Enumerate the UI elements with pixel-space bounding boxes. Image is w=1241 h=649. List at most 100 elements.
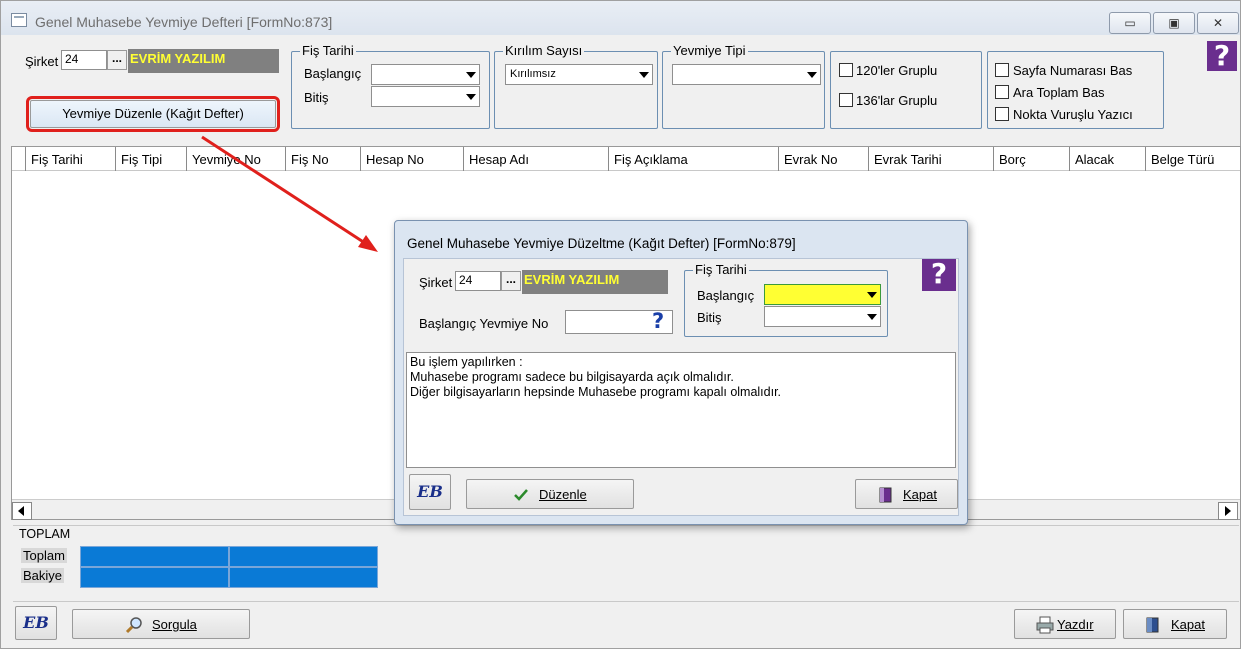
close-button[interactable]: ✕ xyxy=(1197,12,1239,34)
memo-line: Bu işlem yapılırken : xyxy=(410,355,523,369)
toplam-label: Toplam xyxy=(21,548,67,563)
yazdir-button[interactable]: Yazdır xyxy=(1014,609,1116,639)
grup-120-label: 120'ler Gruplu xyxy=(856,63,938,78)
kapat-button[interactable]: Kapat xyxy=(1123,609,1227,639)
bitis-label: Bitiş xyxy=(304,90,329,105)
fis-tarihi-group-label: Fiş Tarihi xyxy=(300,43,356,58)
sirket-code-field[interactable]: 24 xyxy=(61,50,107,70)
search-icon xyxy=(125,617,142,634)
dialog-company-name: EVRİM YAZILIM xyxy=(522,270,668,294)
dialog-sirket-code-field[interactable]: 24 xyxy=(455,271,501,291)
gruplu-group: 120'ler Gruplu 136'lar Gruplu xyxy=(830,51,982,129)
company-name: EVRİM YAZILIM xyxy=(128,49,279,73)
memo-line: Diğer bilgisayarların hepsinde Muhasebe … xyxy=(410,385,782,399)
yevmiye-duzenle-button[interactable]: Yevmiye Düzenle (Kağıt Defter) xyxy=(26,96,280,132)
dialog-bitis-date-combo[interactable] xyxy=(764,306,881,327)
dialog-kapat-button[interactable]: Kapat xyxy=(855,479,958,509)
grup-120-checkbox[interactable] xyxy=(839,63,853,77)
duzeltme-dialog: Genel Muhasebe Yevmiye Düzeltme (Kağıt D… xyxy=(394,220,968,525)
yevmiye-tipi-combo[interactable] xyxy=(672,64,821,85)
sayfa-numarasi-label: Sayfa Numarası Bas xyxy=(1013,63,1133,78)
sayfa-numarasi-checkbox[interactable] xyxy=(995,63,1009,77)
column-header[interactable]: Borç xyxy=(994,147,1070,171)
bakiye-alacak-cell xyxy=(229,567,378,588)
kirilim-group: Kırılım Sayısı Kırılımsız xyxy=(494,43,658,129)
grup-136-checkbox[interactable] xyxy=(839,93,853,107)
toplam-borc-cell xyxy=(80,546,229,567)
column-header[interactable]: Fiş Açıklama xyxy=(609,147,779,171)
print-options-group: Sayfa Numarası Bas Ara Toplam Bas Nokta … xyxy=(987,51,1164,129)
dialog-help-icon[interactable]: ? xyxy=(922,259,956,291)
dialog-body: Şirket 24 ... EVRİM YAZILIM Başlangıç Ye… xyxy=(403,258,959,516)
eb-logo-button[interactable]: EB xyxy=(15,606,57,640)
bakiye-borc-cell xyxy=(80,567,229,588)
baslangic-label: Başlangıç xyxy=(304,66,362,81)
dialog-info-memo[interactable]: Bu işlem yapılırken : Muhasebe programı … xyxy=(406,352,956,468)
column-header[interactable]: Yevmiye No xyxy=(187,147,286,171)
grup-136-label: 136'lar Gruplu xyxy=(856,93,938,108)
scroll-left-icon xyxy=(18,506,24,516)
checkmark-icon xyxy=(514,489,528,501)
chevron-down-icon xyxy=(867,314,877,320)
kirilim-group-label: Kırılım Sayısı xyxy=(503,43,585,58)
yazdir-label: Yazdır xyxy=(1057,617,1094,632)
exit-door-icon xyxy=(879,487,892,503)
dialog-fis-tarihi-group: Fiş Tarihi Başlangıç Bitiş xyxy=(684,262,888,337)
printer-icon xyxy=(1036,616,1054,634)
column-header[interactable]: Hesap Adı xyxy=(464,147,609,171)
ara-toplam-checkbox[interactable] xyxy=(995,85,1009,99)
scroll-left-button[interactable] xyxy=(12,502,32,520)
footer-divider xyxy=(13,601,1239,602)
column-header[interactable]: Hesap No xyxy=(361,147,464,171)
kirilim-combo[interactable]: Kırılımsız xyxy=(505,64,653,85)
app-icon xyxy=(11,13,27,27)
dialog-title: Genel Muhasebe Yevmiye Düzeltme (Kağıt D… xyxy=(407,236,796,251)
dialog-bitis-label: Bitiş xyxy=(697,310,722,325)
sirket-label: Şirket xyxy=(25,54,59,69)
exit-door-icon xyxy=(1146,617,1159,633)
column-header[interactable]: Belge Türü xyxy=(1146,147,1240,171)
yevmiye-help-icon[interactable]: ? xyxy=(652,309,664,333)
nokta-vuruslu-label: Nokta Vuruşlu Yazıcı xyxy=(1013,107,1133,122)
grid-indicator-column xyxy=(12,147,26,171)
kapat-label: Kapat xyxy=(1171,617,1205,632)
dialog-duzenle-button[interactable]: Düzenle xyxy=(466,479,634,509)
column-header[interactable]: Evrak Tarihi xyxy=(869,147,994,171)
chevron-down-icon xyxy=(807,72,817,78)
dialog-sirket-lookup-button[interactable]: ... xyxy=(501,271,521,291)
yevmiye-tipi-group: Yevmiye Tipi xyxy=(662,43,825,129)
dialog-sirket-label: Şirket xyxy=(419,275,453,290)
column-header[interactable]: Alacak xyxy=(1070,147,1146,171)
dialog-eb-logo-button[interactable]: EB xyxy=(409,474,451,510)
dialog-baslangic-date-combo[interactable] xyxy=(764,284,881,305)
nokta-vuruslu-checkbox[interactable] xyxy=(995,107,1009,121)
chevron-down-icon xyxy=(867,292,877,298)
toplam-alacak-cell xyxy=(229,546,378,567)
baslangic-yevmiye-label: Başlangıç Yevmiye No xyxy=(419,316,549,331)
dialog-kapat-label: Kapat xyxy=(903,487,937,502)
sorgula-label: Sorgula xyxy=(152,617,197,632)
fis-tarihi-group: Fiş Tarihi Başlangıç Bitiş xyxy=(291,43,490,129)
bakiye-label: Bakiye xyxy=(21,568,65,583)
baslangic-date-combo[interactable] xyxy=(371,64,480,85)
column-header[interactable]: Fiş No xyxy=(286,147,361,171)
yevmiye-tipi-group-label: Yevmiye Tipi xyxy=(671,43,748,58)
ara-toplam-label: Ara Toplam Bas xyxy=(1013,85,1105,100)
grid-header: Fiş Tarihi Fiş Tipi Yevmiye No Fiş No He… xyxy=(12,147,1240,171)
sorgula-button[interactable]: Sorgula xyxy=(72,609,250,639)
scroll-right-icon xyxy=(1225,506,1231,516)
maximize-button[interactable]: ▣ xyxy=(1153,12,1195,34)
help-icon[interactable]: ? xyxy=(1207,41,1237,71)
window-title: Genel Muhasebe Yevmiye Defteri [FormNo:8… xyxy=(35,14,333,30)
totals-section-label: TOPLAM xyxy=(19,527,71,541)
sirket-lookup-button[interactable]: ... xyxy=(107,50,127,70)
column-header[interactable]: Fiş Tarihi xyxy=(26,147,116,171)
minimize-button[interactable]: ▭ xyxy=(1109,12,1151,34)
chevron-down-icon xyxy=(466,72,476,78)
chevron-down-icon xyxy=(466,94,476,100)
column-header[interactable]: Evrak No xyxy=(779,147,869,171)
bitis-date-combo[interactable] xyxy=(371,86,480,107)
scroll-right-button[interactable] xyxy=(1218,502,1238,520)
dialog-fis-tarihi-group-label: Fiş Tarihi xyxy=(693,262,749,277)
column-header[interactable]: Fiş Tipi xyxy=(116,147,187,171)
